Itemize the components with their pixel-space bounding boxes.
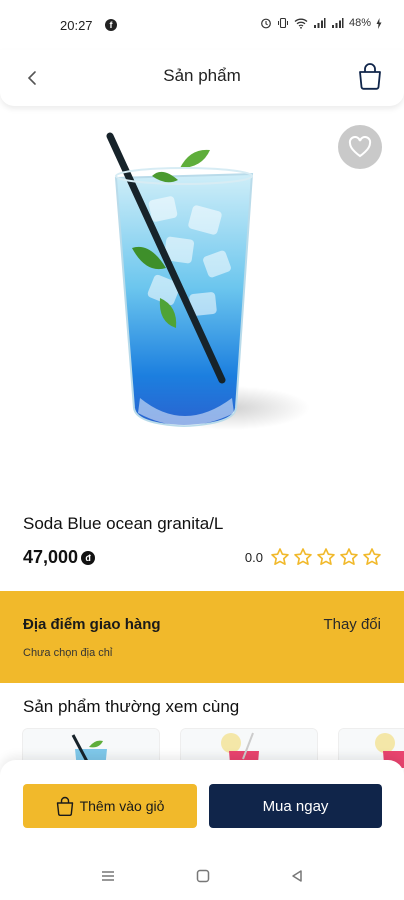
delivery-section: Địa điểm giao hàng Thay đổi Chưa chọn đị… xyxy=(0,591,404,683)
add-to-cart-button[interactable]: Thêm vào giỏ xyxy=(23,784,197,828)
app-header: Sản phẩm xyxy=(0,50,404,106)
alarm-icon xyxy=(261,18,271,29)
add-to-cart-label: Thêm vào giỏ xyxy=(79,798,165,814)
product-name: Soda Blue ocean granita/L xyxy=(23,514,224,533)
facebook-icon: f xyxy=(105,19,117,31)
star-icon[interactable] xyxy=(316,547,336,567)
product-price: 47,000 xyxy=(23,547,79,567)
wifi-icon xyxy=(294,18,308,29)
vibrate-icon xyxy=(277,17,288,29)
product-image xyxy=(106,132,310,430)
star-icon[interactable] xyxy=(339,547,359,567)
rating-row[interactable]: 0.0 xyxy=(245,547,382,567)
delivery-address: Chưa chọn địa chỉ xyxy=(23,647,113,659)
shopping-bag-icon xyxy=(359,63,381,90)
signal-icon xyxy=(331,18,344,28)
battery-level: 48% xyxy=(348,17,371,29)
star-icon[interactable] xyxy=(362,547,382,567)
status-bar: 20:27 f 48% xyxy=(0,0,404,52)
page-title: Sản phẩm xyxy=(163,66,241,85)
delivery-title: Địa điểm giao hàng xyxy=(23,616,161,633)
status-time: 20:27 xyxy=(60,18,93,33)
signal-icon xyxy=(313,18,326,28)
change-address-link[interactable]: Thay đổi xyxy=(323,616,381,633)
star-icon[interactable] xyxy=(293,547,313,567)
star-icon[interactable] xyxy=(270,547,290,567)
shopping-bag-icon xyxy=(56,796,73,816)
currency-icon: đ xyxy=(81,550,96,565)
heart-icon xyxy=(348,136,372,158)
home-icon[interactable] xyxy=(196,869,210,883)
favorite-button[interactable] xyxy=(338,125,382,169)
battery-charging-icon xyxy=(376,17,382,29)
cart-button[interactable] xyxy=(354,60,386,92)
recent-apps-icon[interactable] xyxy=(100,869,116,883)
price-row: 47,000 đ xyxy=(23,547,96,568)
back-nav-icon[interactable] xyxy=(290,869,304,883)
rating-value: 0.0 xyxy=(244,549,263,565)
buy-now-button[interactable]: Mua ngay xyxy=(209,784,382,828)
related-products-title: Sản phẩm thường xem cùng xyxy=(23,697,240,716)
system-nav-bar xyxy=(0,858,404,894)
status-icons: 48% xyxy=(260,17,382,29)
